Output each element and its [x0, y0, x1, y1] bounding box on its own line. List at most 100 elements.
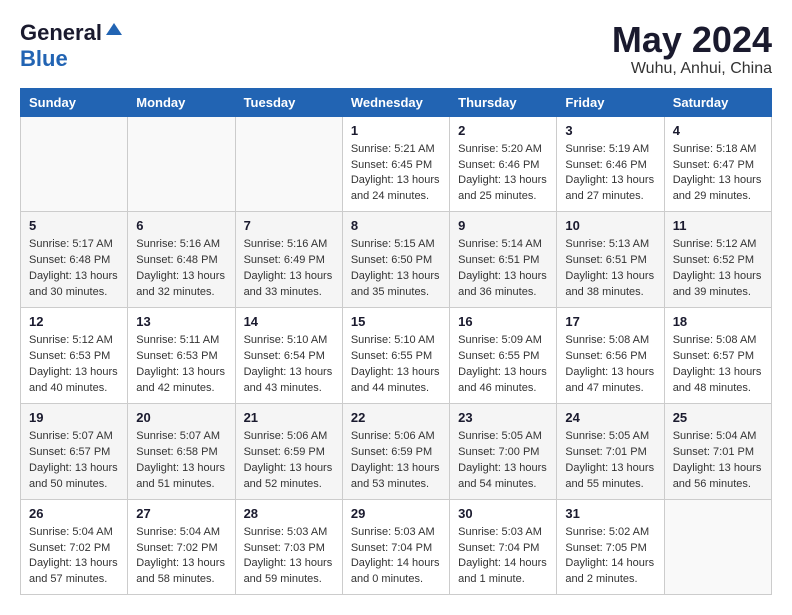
- day-number: 25: [673, 410, 763, 425]
- day-info: Sunrise: 5:13 AM Sunset: 6:51 PM Dayligh…: [565, 237, 655, 301]
- header-friday: Friday: [557, 88, 664, 116]
- calendar-cell: 19 Sunrise: 5:07 AM Sunset: 6:57 PM Dayli…: [21, 403, 128, 499]
- day-info: Sunrise: 5:04 AM Sunset: 7:02 PM Dayligh…: [136, 525, 226, 589]
- calendar-cell: 28Sunrise: 5:03 AM Sunset: 7:03 PM Dayli…: [235, 499, 342, 595]
- calendar-cell: 16 Sunrise: 5:09 AM Sunset: 6:55 PM Dayli…: [450, 308, 557, 404]
- day-info: Sunrise: 5:18 AM Sunset: 6:47 PM Dayligh…: [673, 142, 763, 206]
- calendar-cell: 29 Sunrise: 5:03 AM Sunset: 7:04 PM Dayli…: [342, 499, 449, 595]
- calendar-cell: [128, 116, 235, 212]
- day-number: 22: [351, 410, 441, 425]
- calendar-cell: 6 Sunrise: 5:16 AM Sunset: 6:48 PM Daylig…: [128, 212, 235, 308]
- header-monday: Monday: [128, 88, 235, 116]
- day-info: Sunrise: 5:09 AM Sunset: 6:55 PM Dayligh…: [458, 333, 548, 397]
- day-info: Sunrise: 5:10 AM Sunset: 6:55 PM Dayligh…: [351, 333, 441, 397]
- day-number: 13: [136, 314, 226, 329]
- day-number: 27: [136, 506, 226, 521]
- day-info: Sunrise: 5:05 AM Sunset: 7:00 PM Dayligh…: [458, 429, 548, 493]
- day-number: 15: [351, 314, 441, 329]
- day-number: 4: [673, 123, 763, 138]
- calendar-table: SundayMondayTuesdayWednesdayThursdayFrid…: [20, 88, 772, 596]
- day-number: 31: [565, 506, 655, 521]
- day-number: 21: [244, 410, 334, 425]
- day-info: Sunrise: 5:12 AM Sunset: 6:53 PM Dayligh…: [29, 333, 119, 397]
- day-info: Sunrise: 5:05 AM Sunset: 7:01 PM Dayligh…: [565, 429, 655, 493]
- day-info: Sunrise: 5:02 AM Sunset: 7:05 PM Dayligh…: [565, 525, 655, 589]
- day-number: 19: [29, 410, 119, 425]
- calendar-cell: 13 Sunrise: 5:11 AM Sunset: 6:53 PM Dayli…: [128, 308, 235, 404]
- day-info: Sunrise: 5:06 AM Sunset: 6:59 PM Dayligh…: [351, 429, 441, 493]
- calendar-cell: 25 Sunrise: 5:04 AM Sunset: 7:01 PM Dayli…: [664, 403, 771, 499]
- day-info: Sunrise: 5:08 AM Sunset: 6:56 PM Dayligh…: [565, 333, 655, 397]
- day-number: 1: [351, 123, 441, 138]
- day-number: 3: [565, 123, 655, 138]
- calendar-cell: 4 Sunrise: 5:18 AM Sunset: 6:47 PM Daylig…: [664, 116, 771, 212]
- location: Wuhu, Anhui, China: [612, 60, 772, 78]
- day-info: Sunrise: 5:19 AM Sunset: 6:46 PM Dayligh…: [565, 142, 655, 206]
- day-info: Sunrise: 5:12 AM Sunset: 6:52 PM Dayligh…: [673, 237, 763, 301]
- calendar-cell: 8Sunrise: 5:15 AM Sunset: 6:50 PM Daylig…: [342, 212, 449, 308]
- day-number: 23: [458, 410, 548, 425]
- logo-blue-text: Blue: [20, 46, 68, 72]
- header-wednesday: Wednesday: [342, 88, 449, 116]
- day-number: 2: [458, 123, 548, 138]
- day-number: 29: [351, 506, 441, 521]
- header-thursday: Thursday: [450, 88, 557, 116]
- day-info: Sunrise: 5:07 AM Sunset: 6:58 PM Dayligh…: [136, 429, 226, 493]
- calendar-cell: [664, 499, 771, 595]
- logo: General Blue: [20, 20, 124, 72]
- day-info: Sunrise: 5:04 AM Sunset: 7:01 PM Dayligh…: [673, 429, 763, 493]
- week-row-5: 26 Sunrise: 5:04 AM Sunset: 7:02 PM Dayli…: [21, 499, 772, 595]
- day-info: Sunrise: 5:03 AM Sunset: 7:04 PM Dayligh…: [351, 525, 441, 589]
- day-info: Sunrise: 5:11 AM Sunset: 6:53 PM Dayligh…: [136, 333, 226, 397]
- calendar-cell: 14Sunrise: 5:10 AM Sunset: 6:54 PM Dayli…: [235, 308, 342, 404]
- week-row-1: 1 Sunrise: 5:21 AM Sunset: 6:45 PM Daylig…: [21, 116, 772, 212]
- header-tuesday: Tuesday: [235, 88, 342, 116]
- day-number: 26: [29, 506, 119, 521]
- day-info: Sunrise: 5:21 AM Sunset: 6:45 PM Dayligh…: [351, 142, 441, 206]
- day-number: 7: [244, 218, 334, 233]
- calendar-cell: 11 Sunrise: 5:12 AM Sunset: 6:52 PM Dayli…: [664, 212, 771, 308]
- calendar-cell: 10 Sunrise: 5:13 AM Sunset: 6:51 PM Dayli…: [557, 212, 664, 308]
- calendar-cell: 24 Sunrise: 5:05 AM Sunset: 7:01 PM Dayli…: [557, 403, 664, 499]
- header-row: SundayMondayTuesdayWednesdayThursdayFrid…: [21, 88, 772, 116]
- calendar-cell: 21 Sunrise: 5:06 AM Sunset: 6:59 PM Dayli…: [235, 403, 342, 499]
- day-number: 20: [136, 410, 226, 425]
- page-header: General Blue May 2024 Wuhu, Anhui, China: [20, 20, 772, 78]
- day-info: Sunrise: 5:08 AM Sunset: 6:57 PM Dayligh…: [673, 333, 763, 397]
- calendar-cell: 3 Sunrise: 5:19 AM Sunset: 6:46 PM Daylig…: [557, 116, 664, 212]
- calendar-cell: 2Sunrise: 5:20 AM Sunset: 6:46 PM Daylig…: [450, 116, 557, 212]
- day-info: Sunrise: 5:03 AM Sunset: 7:04 PM Dayligh…: [458, 525, 548, 589]
- week-row-2: 5 Sunrise: 5:17 AM Sunset: 6:48 PM Daylig…: [21, 212, 772, 308]
- calendar-cell: 31 Sunrise: 5:02 AM Sunset: 7:05 PM Dayli…: [557, 499, 664, 595]
- day-info: Sunrise: 5:07 AM Sunset: 6:57 PM Dayligh…: [29, 429, 119, 493]
- calendar-cell: 22 Sunrise: 5:06 AM Sunset: 6:59 PM Dayli…: [342, 403, 449, 499]
- day-info: Sunrise: 5:16 AM Sunset: 6:48 PM Dayligh…: [136, 237, 226, 301]
- day-number: 30: [458, 506, 548, 521]
- calendar-cell: 12Sunrise: 5:12 AM Sunset: 6:53 PM Dayli…: [21, 308, 128, 404]
- calendar-cell: 27 Sunrise: 5:04 AM Sunset: 7:02 PM Dayli…: [128, 499, 235, 595]
- calendar-cell: [235, 116, 342, 212]
- calendar-cell: 15 Sunrise: 5:10 AM Sunset: 6:55 PM Dayli…: [342, 308, 449, 404]
- header-saturday: Saturday: [664, 88, 771, 116]
- day-info: Sunrise: 5:16 AM Sunset: 6:49 PM Dayligh…: [244, 237, 334, 301]
- day-number: 28: [244, 506, 334, 521]
- calendar-cell: 1 Sunrise: 5:21 AM Sunset: 6:45 PM Daylig…: [342, 116, 449, 212]
- week-row-4: 19 Sunrise: 5:07 AM Sunset: 6:57 PM Dayli…: [21, 403, 772, 499]
- day-number: 11: [673, 218, 763, 233]
- calendar-cell: 23 Sunrise: 5:05 AM Sunset: 7:00 PM Dayli…: [450, 403, 557, 499]
- day-number: 10: [565, 218, 655, 233]
- calendar-cell: 18Sunrise: 5:08 AM Sunset: 6:57 PM Dayli…: [664, 308, 771, 404]
- day-number: 6: [136, 218, 226, 233]
- calendar-cell: 30 Sunrise: 5:03 AM Sunset: 7:04 PM Dayli…: [450, 499, 557, 595]
- day-number: 24: [565, 410, 655, 425]
- day-number: 5: [29, 218, 119, 233]
- calendar-cell: [21, 116, 128, 212]
- day-number: 16: [458, 314, 548, 329]
- day-info: Sunrise: 5:06 AM Sunset: 6:59 PM Dayligh…: [244, 429, 334, 493]
- week-row-3: 12Sunrise: 5:12 AM Sunset: 6:53 PM Dayli…: [21, 308, 772, 404]
- calendar-cell: 7 Sunrise: 5:16 AM Sunset: 6:49 PM Daylig…: [235, 212, 342, 308]
- day-number: 9: [458, 218, 548, 233]
- calendar-cell: 17Sunrise: 5:08 AM Sunset: 6:56 PM Dayli…: [557, 308, 664, 404]
- day-info: Sunrise: 5:17 AM Sunset: 6:48 PM Dayligh…: [29, 237, 119, 301]
- day-info: Sunrise: 5:04 AM Sunset: 7:02 PM Dayligh…: [29, 525, 119, 589]
